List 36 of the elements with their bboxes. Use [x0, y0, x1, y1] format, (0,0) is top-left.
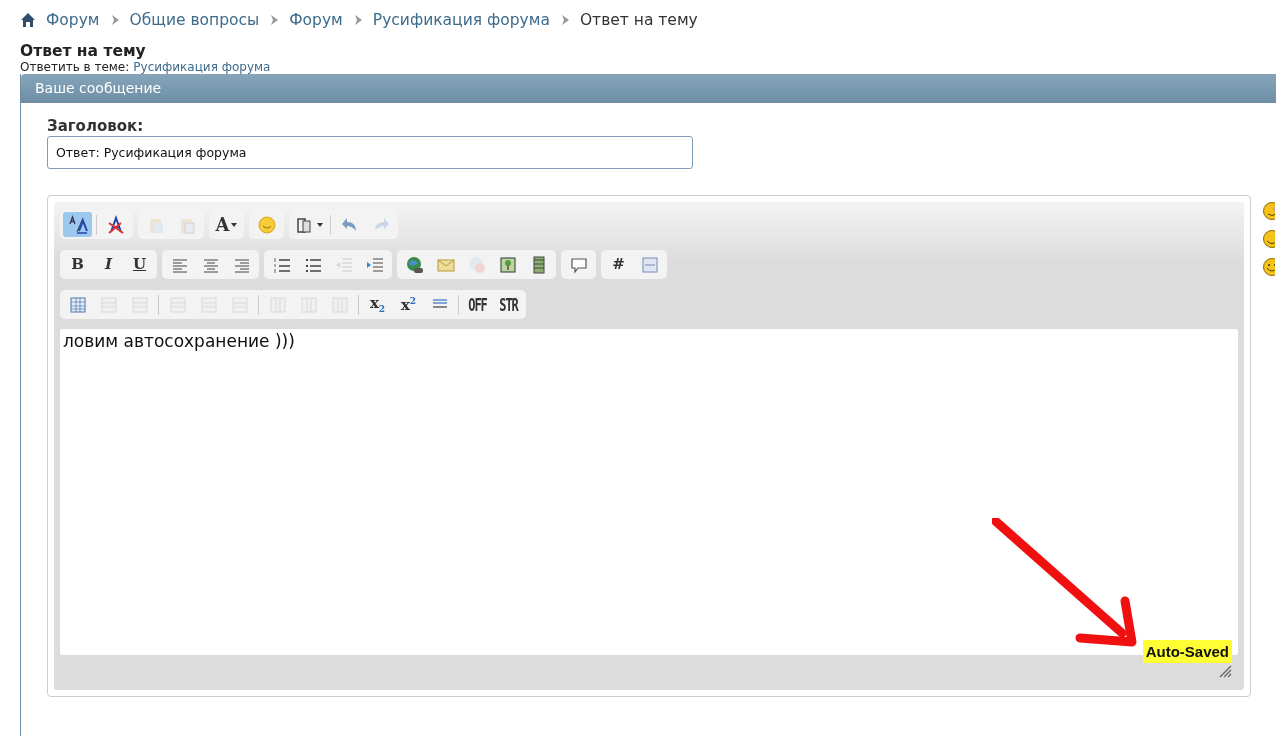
bold-button[interactable]: B — [63, 252, 92, 277]
breadcrumb-link[interactable]: Русификация форума — [372, 11, 550, 29]
globe-icon — [404, 254, 425, 275]
home-icon — [20, 12, 36, 28]
strike-button[interactable]: STR — [494, 292, 523, 317]
breadcrumb-link[interactable]: Общие вопросы — [129, 11, 260, 29]
subscript-button[interactable]: x$_{2}$ — [363, 292, 392, 317]
panel-header: Ваше сообщение — [21, 74, 1276, 103]
text-style-icon — [67, 214, 88, 235]
toolbar-button[interactable] — [63, 212, 92, 237]
underline-button[interactable]: U — [125, 252, 154, 277]
resize-handle-icon — [1219, 665, 1232, 678]
image-icon — [497, 254, 518, 275]
italic-button[interactable]: I — [94, 252, 123, 277]
arrow-icon — [352, 14, 363, 26]
smiley-icon — [256, 214, 277, 235]
arrow-icon — [109, 14, 120, 26]
breadcrumb-current: Ответ на тему — [579, 11, 698, 29]
topic-link[interactable]: Русификация форума — [133, 60, 271, 74]
page-title: Ответ на тему — [20, 42, 147, 60]
noparse-button[interactable]: OFF — [463, 292, 492, 317]
autosave-label: Auto-Saved — [1142, 640, 1232, 663]
document-icon — [639, 254, 660, 275]
table-icon — [67, 294, 88, 315]
globe-icon — [466, 254, 487, 275]
subtitle-label: Ответить в теме: — [20, 60, 130, 74]
message-text: ловим автосохранение ))) — [62, 330, 296, 353]
subject-field[interactable]: Ответ: Русификация форума — [47, 136, 693, 169]
field-label: Заголовок: — [47, 117, 145, 136]
arrow-icon — [559, 14, 570, 26]
breadcrumb-link[interactable]: Форум — [289, 11, 343, 29]
breadcrumb-link[interactable]: Форум — [46, 11, 100, 29]
arrow-icon — [269, 14, 280, 26]
font-button[interactable]: A — [212, 212, 241, 237]
superscript-button[interactable]: x$^{2}$ — [394, 292, 423, 317]
code-button[interactable]: # — [604, 252, 633, 277]
